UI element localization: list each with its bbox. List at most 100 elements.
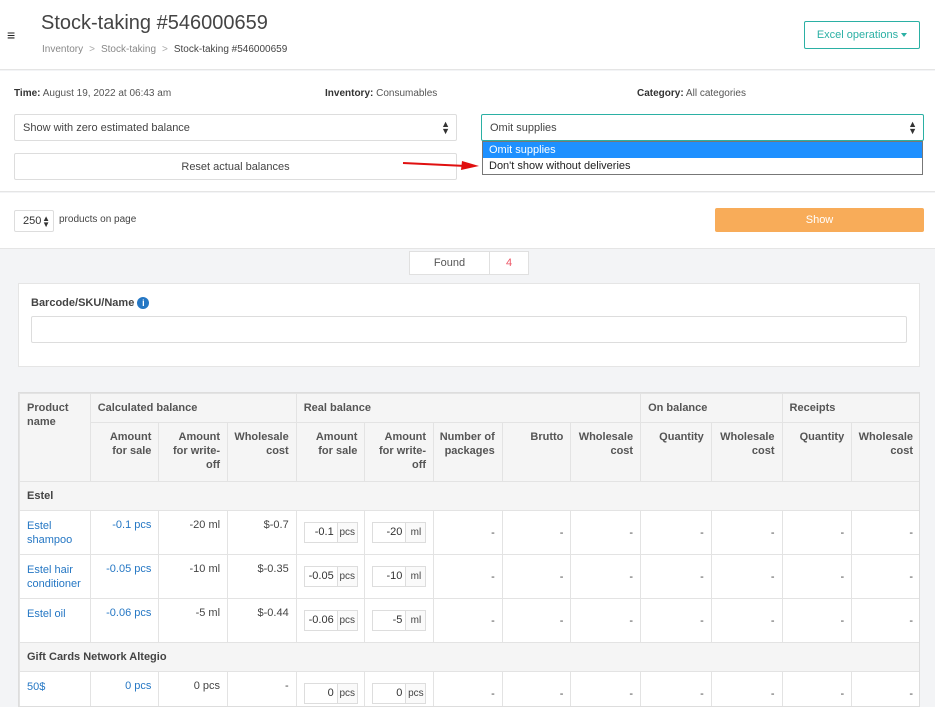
rec-cost-cell: - [851, 554, 919, 599]
calc-wholesale-cost: $-0.7 [227, 510, 297, 555]
on-cost-cell: - [710, 598, 783, 643]
real-sale-input[interactable]: -0.06 pcs [303, 610, 358, 631]
brutto-cell: - [501, 671, 572, 706]
on-quantity-cell: - [640, 598, 712, 643]
real-writeoff-input[interactable]: -5 ml [372, 610, 427, 631]
excel-operations-button[interactable]: Excel operations [804, 21, 920, 49]
inventory-value: Consumables [376, 88, 438, 99]
show-button[interactable]: Show [715, 208, 924, 232]
breadcrumb-current: Stock-taking #546000659 [173, 44, 288, 55]
rec-quantity-cell: - [781, 554, 853, 599]
header-rec-wholesale-cost: Wholesale cost [851, 422, 919, 482]
real-sale-input[interactable]: -0.05 pcs [303, 566, 358, 587]
per-page-value: 250 [23, 215, 42, 227]
packages-cell: - [433, 671, 503, 706]
table-row: Estel oil -0.06 pcs -5 ml $-0.44 -0.06 pc… [19, 598, 919, 643]
header-real-wholesale-cost: Wholesale cost [570, 422, 642, 482]
real-sale-value: -0.1 [314, 526, 334, 538]
group-row: Gift Cards Network Altegio [19, 642, 919, 672]
header-rec-quantity: Quantity [781, 422, 853, 482]
on-cost-cell: - [710, 510, 783, 555]
table-row: 50$ 0 pcs 0 pcs - 0 pcs 0 pcs - - - - - - … [19, 671, 919, 706]
info-icon[interactable]: i [137, 297, 150, 309]
stock-table: Product name Calculated balance Real bal… [19, 393, 919, 706]
header-on-balance: On balance [640, 393, 783, 423]
calc-wholesale-cost: $-0.44 [227, 598, 297, 643]
rec-quantity-cell: - [781, 510, 853, 555]
unit-label: pcs [336, 611, 357, 630]
real-cost-cell: - [570, 510, 642, 555]
real-writeoff-value: -10 [386, 570, 403, 582]
calc-amount-writeoff: -5 ml [158, 598, 229, 643]
table-row: Estel hair conditioner -0.05 pcs -10 ml … [19, 554, 919, 599]
found-count: 4 [505, 257, 513, 269]
unit-label: ml [405, 523, 426, 542]
real-sale-input[interactable]: -0.1 pcs [303, 522, 358, 543]
header-on-wholesale-cost: Wholesale cost [710, 422, 783, 482]
search-input[interactable] [31, 316, 907, 343]
calc-amount-writeoff: -10 ml [158, 554, 229, 599]
dropdown-option-omit-supplies[interactable]: Omit supplies [483, 142, 922, 158]
real-writeoff-input[interactable]: 0 pcs [372, 683, 427, 704]
breadcrumb-separator-icon: > [89, 44, 95, 55]
brutto-cell: - [501, 554, 572, 599]
found-counter: Found 4 [409, 251, 529, 275]
dropdown-option-no-deliveries[interactable]: Don't show without deliveries [483, 158, 922, 174]
breadcrumb-inventory[interactable]: Inventory [42, 44, 83, 55]
time-value: August 19, 2022 at 06:43 am [42, 88, 172, 99]
real-writeoff-cell: -20 ml [364, 510, 435, 555]
header-calc-wholesale-cost: Wholesale cost [227, 422, 297, 482]
unit-label: pcs [405, 684, 426, 703]
per-page-label: products on page [59, 214, 137, 225]
page-title: Stock-taking #546000659 [41, 12, 268, 34]
real-sale-input[interactable]: 0 pcs [303, 683, 358, 704]
breadcrumb-stock-taking[interactable]: Stock-taking [101, 44, 156, 55]
real-writeoff-input[interactable]: -10 ml [372, 566, 427, 587]
product-link[interactable]: Estel shampoo [19, 510, 91, 555]
rec-quantity-cell: - [781, 671, 853, 706]
inventory-label: Inventory: [325, 88, 374, 99]
real-writeoff-value: -20 [386, 526, 403, 538]
header-on-quantity: Quantity [640, 422, 712, 482]
real-cost-cell: - [570, 671, 642, 706]
table-row: Estel shampoo -0.1 pcs -20 ml $-0.7 -0.1… [19, 510, 919, 555]
balance-filter-select[interactable]: Show with zero estimated balance ▲ ▼ [14, 114, 457, 141]
real-cost-cell: - [570, 598, 642, 643]
supplies-filter-value: Omit supplies [490, 121, 557, 134]
header-real-amount-sale: Amount for sale [295, 422, 366, 482]
product-link[interactable]: Estel hair conditioner [19, 554, 91, 599]
on-quantity-cell: - [640, 554, 712, 599]
select-arrows-icon: ▲ ▼ [441, 119, 450, 136]
product-link[interactable]: Estel oil [19, 598, 91, 643]
rec-quantity-cell: - [781, 598, 853, 643]
reset-actual-balances-button[interactable]: Reset actual balances [14, 153, 457, 180]
product-link[interactable]: 50$ [19, 671, 91, 706]
unit-label: pcs [336, 684, 357, 703]
header-number-packages: Number of packages [433, 422, 503, 482]
time-label: Time: [14, 88, 41, 99]
header-brutto: Brutto [501, 422, 572, 482]
real-writeoff-value: 0 [396, 687, 403, 699]
real-sale-cell: -0.05 pcs [295, 554, 366, 599]
packages-cell: - [433, 598, 503, 643]
brutto-cell: - [501, 510, 572, 555]
category-info: Category: All categories [637, 88, 746, 99]
brutto-cell: - [501, 598, 572, 643]
rec-cost-cell: - [851, 510, 919, 555]
group-name: Estel [19, 481, 919, 511]
category-value: All categories [685, 88, 746, 99]
group-row: Estel [19, 481, 919, 511]
real-writeoff-cell: -10 ml [364, 554, 435, 599]
real-writeoff-input[interactable]: -20 ml [372, 522, 427, 543]
calc-amount-sale: -0.1 pcs [89, 510, 160, 555]
search-label: Barcode/SKU/Name i [31, 297, 150, 309]
on-cost-cell: - [710, 671, 783, 706]
header-real-amount-writeoff: Amount for write-off [364, 422, 435, 482]
supplies-filter-select[interactable]: Omit supplies ▲ ▼ [481, 114, 924, 141]
products-per-page-select[interactable]: 250 ▲ ▼ [14, 210, 54, 232]
stock-table-container: Product name Calculated balance Real bal… [18, 392, 920, 707]
inventory-info: Inventory: Consumables [325, 88, 437, 99]
calc-amount-writeoff: 0 pcs [158, 671, 229, 706]
hamburger-menu-icon[interactable]: ≡ [7, 27, 15, 43]
search-label-text: Barcode/SKU/Name [31, 297, 135, 309]
